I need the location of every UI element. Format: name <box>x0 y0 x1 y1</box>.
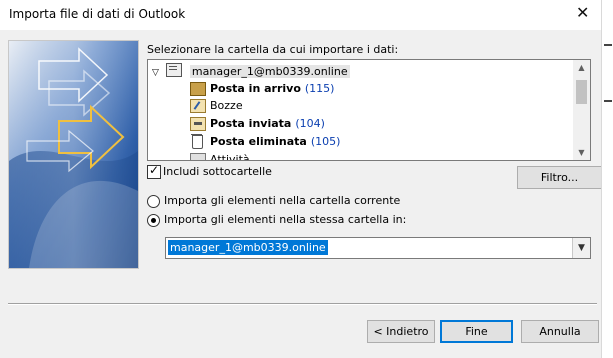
tree-item-inbox[interactable]: Posta in arrivo (115) <box>190 80 335 97</box>
mailbox-icon <box>166 63 183 77</box>
scroll-thumb[interactable] <box>576 80 587 104</box>
tree-item-label: Attività <box>210 153 250 161</box>
background-mark <box>604 100 612 102</box>
window-title: Importa file di dati di Outlook <box>9 7 186 21</box>
scroll-down-arrow-icon[interactable]: ▼ <box>573 145 590 160</box>
finish-button[interactable]: Fine <box>440 320 513 343</box>
sent-icon <box>190 117 206 131</box>
tree-root[interactable]: ▽ manager_1@mb0339.online <box>152 63 350 80</box>
back-button[interactable]: < Indietro <box>367 320 435 343</box>
radio-selected-dot <box>151 218 156 223</box>
tree-item-drafts[interactable]: Bozze <box>190 97 243 114</box>
close-button[interactable]: ✕ <box>567 0 601 30</box>
folder-tree[interactable]: ▽ manager_1@mb0339.online Posta in arriv… <box>147 59 591 161</box>
background-window-edge <box>601 0 613 358</box>
unread-count: (115) <box>304 82 335 95</box>
drafts-icon <box>190 99 206 113</box>
trash-icon <box>191 134 203 149</box>
separator <box>8 303 597 305</box>
target-folder-value: manager_1@mb0339.online <box>167 239 329 256</box>
tree-scrollbar[interactable]: ▲ ▼ <box>573 60 590 160</box>
folder-prompt: Selezionare la cartella da cui importare… <box>147 43 399 56</box>
include-subfolders-checkbox[interactable]: ✓ <box>147 163 161 179</box>
tree-root-label: manager_1@mb0339.online <box>189 65 350 78</box>
include-subfolders-label[interactable]: Includi sottocartelle <box>163 165 272 178</box>
radio-same-folder[interactable] <box>147 214 160 227</box>
tree-item-sent[interactable]: Posta inviata (104) <box>190 115 325 132</box>
radio-current-folder-label[interactable]: Importa gli elementi nella cartella corr… <box>164 194 400 207</box>
wizard-image <box>8 40 139 269</box>
radio-current-folder[interactable] <box>147 195 160 208</box>
tree-item-label: Posta in arrivo <box>210 82 301 95</box>
tree-item-deleted[interactable]: Posta eliminata (105) <box>191 133 341 150</box>
scroll-up-arrow-icon[interactable]: ▲ <box>573 60 590 75</box>
collapse-toggle-icon[interactable]: ▽ <box>152 68 159 78</box>
tree-item-label: Posta eliminata <box>210 135 307 148</box>
tasks-icon <box>190 153 206 160</box>
unread-count: (104) <box>295 117 325 130</box>
chevron-down-icon[interactable]: ▼ <box>572 238 590 258</box>
checkmark-icon: ✓ <box>149 163 160 177</box>
radio-same-folder-label[interactable]: Importa gli elementi nella stessa cartel… <box>164 213 406 226</box>
close-icon: ✕ <box>576 3 590 22</box>
tree-item-label: Bozze <box>210 99 243 112</box>
tree-item-tasks[interactable]: Attività <box>190 151 250 161</box>
title-bar: Importa file di dati di Outlook ✕ <box>0 0 601 30</box>
target-folder-select[interactable]: manager_1@mb0339.online ▼ <box>165 237 591 259</box>
filter-button[interactable]: Filtro... <box>517 166 602 189</box>
background-mark <box>604 44 612 46</box>
tree-item-label: Posta inviata <box>210 117 292 130</box>
unread-count: (105) <box>310 135 341 148</box>
inbox-icon <box>190 82 206 96</box>
import-dialog: Importa file di dati di Outlook ✕ Selezi… <box>0 0 602 358</box>
cancel-button[interactable]: Annulla <box>521 320 599 343</box>
